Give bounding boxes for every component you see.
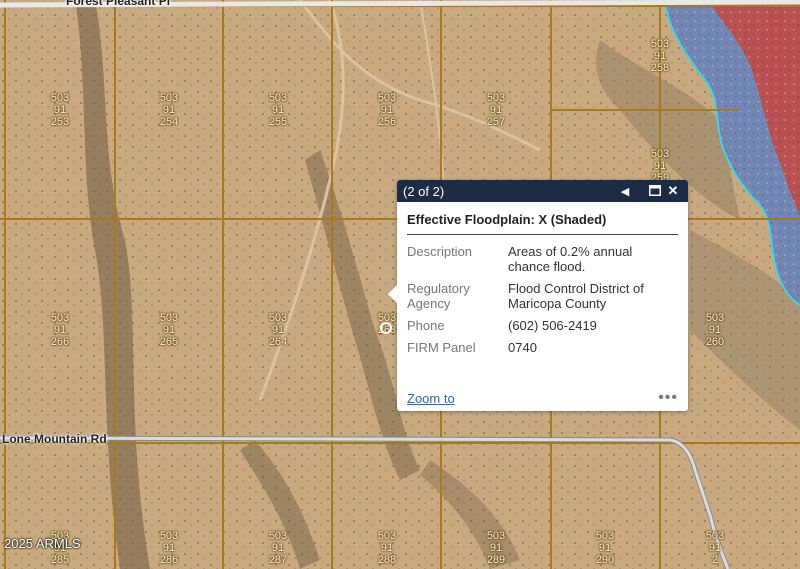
parcel-number: 254 <box>159 116 179 128</box>
parcel-book: 503 <box>705 530 725 542</box>
parcel-book: 503 <box>377 530 397 542</box>
attribute-table: Description Areas of 0.2% annual chance … <box>407 243 673 361</box>
parcel-label: 503 91 264 <box>258 312 298 348</box>
popup-counter: (2 of 2) <box>403 183 445 199</box>
parcel-book: 503 <box>159 92 179 104</box>
parcel-map: 91 <box>708 542 722 554</box>
parcel-number: 285 <box>50 554 70 566</box>
road-label-lone-mountain: Lone Mountain Rd <box>2 432 107 446</box>
parcel-book: 503 <box>268 530 288 542</box>
parcel-map: 91 <box>653 160 667 172</box>
parcel-map: 91 <box>162 542 176 554</box>
parcel-label: 503 91 287 <box>258 530 298 566</box>
more-options-icon[interactable]: ••• <box>658 389 678 407</box>
parcel-book: 503 <box>159 312 179 324</box>
parcel-number: 266 <box>50 336 70 348</box>
parcel-number: 258 <box>650 62 670 74</box>
parcel-book: 503 <box>268 312 288 324</box>
parcel-label: 503 91 256 <box>367 92 407 128</box>
parcel-map: 91 <box>380 104 394 116</box>
attribute-label: Phone <box>407 318 445 333</box>
parcel-label: 503 91 258 <box>640 38 680 74</box>
parcel-book: 503 <box>595 530 615 542</box>
parcel-map: 91 <box>271 104 285 116</box>
parcel-number: 290 <box>595 554 615 566</box>
parcel-book: 503 <box>486 92 506 104</box>
parcel-book: 503 <box>705 312 725 324</box>
parcel-label: 503 91 289 <box>476 530 516 566</box>
close-icon[interactable]: ✕ <box>664 183 682 199</box>
parcel-map: 91 <box>271 324 285 336</box>
parcel-label: 503 91 259 <box>640 148 680 184</box>
attribute-label: Regulatory Agency <box>407 281 470 311</box>
parcel-map: 91 <box>271 542 285 554</box>
parcel-book: 503 <box>650 38 670 50</box>
parcel-label: 503 91 254 <box>149 92 189 128</box>
parcel-label: 503 91 265 <box>149 312 189 348</box>
attribute-row: Regulatory Agency Flood Control District… <box>407 280 673 317</box>
parcel-label: 503 91 260 <box>695 312 735 348</box>
attribute-value: (602) 506-2419 <box>508 318 597 333</box>
parcel-map: 91 <box>653 50 667 62</box>
road-label-top: Forest Pleasant Pl <box>66 0 171 8</box>
location-marker-icon <box>380 322 392 334</box>
attribute-row: Description Areas of 0.2% annual chance … <box>407 243 673 280</box>
parcel-label: 503 91 290 <box>585 530 625 566</box>
parcel-book: 503 <box>268 92 288 104</box>
feature-popup: (2 of 2) ◀ ✕ Effective Floodplain: X (Sh… <box>388 180 688 411</box>
parcel-number: 286 <box>159 554 179 566</box>
parcel-book: 503 <box>650 148 670 160</box>
parcel-label: 503 91 266 <box>40 312 80 348</box>
parcel-number: 255 <box>268 116 288 128</box>
parcel-map: 91 <box>489 542 503 554</box>
attribute-value: 0740 <box>508 340 537 355</box>
popup-footer: Zoom to ••• <box>407 389 678 407</box>
parcel-map: 91 <box>708 324 722 336</box>
parcel-book: 503 <box>486 530 506 542</box>
parcel-number: 289 <box>486 554 506 566</box>
parcel-label: 503 91 2 <box>695 530 735 566</box>
parcel-number: 265 <box>159 336 179 348</box>
parcel-label: 503 91 255 <box>258 92 298 128</box>
parcel-label: 503 91 286 <box>149 530 189 566</box>
parcel-map: 91 <box>162 324 176 336</box>
parcel-label: 503 91 288 <box>367 530 407 566</box>
attribute-value: Flood Control District of Maricopa Count… <box>508 281 644 311</box>
parcel-map: 91 <box>380 542 394 554</box>
parcel-label: 503 91 253 <box>40 92 80 128</box>
parcel-number: 257 <box>486 116 506 128</box>
parcel-number: 2 <box>711 554 719 566</box>
maximize-icon[interactable] <box>646 184 664 199</box>
popup-title: Effective Floodplain: X (Shaded) <box>407 212 678 235</box>
attribute-label: Description <box>407 244 473 259</box>
parcel-label: 503 91 257 <box>476 92 516 128</box>
parcel-map: 91 <box>53 104 67 116</box>
popup-pointer <box>388 285 397 303</box>
parcel-number: 253 <box>50 116 70 128</box>
attribute-row: FIRM Panel 0740 <box>407 339 673 361</box>
parcel-number: 256 <box>377 116 397 128</box>
parcel-book: 503 <box>50 312 70 324</box>
zoom-to-link[interactable]: Zoom to <box>407 391 455 406</box>
parcel-number: 264 <box>268 336 288 348</box>
parcel-book: 503 <box>50 92 70 104</box>
attribute-value: Areas of 0.2% annual chance flood. <box>508 244 633 274</box>
parcel-book: 503 <box>377 92 397 104</box>
copyright-text: 2025 ARMLS <box>4 536 81 551</box>
parcel-number: 287 <box>268 554 288 566</box>
previous-feature-icon[interactable]: ◀ <box>616 185 634 198</box>
parcel-book: 503 <box>159 530 179 542</box>
parcel-number: 288 <box>377 554 397 566</box>
attribute-row: Phone (602) 506-2419 <box>407 317 673 339</box>
parcel-number: 260 <box>705 336 725 348</box>
attribute-label: FIRM Panel <box>407 340 476 355</box>
parcel-map: 91 <box>162 104 176 116</box>
parcel-map: 91 <box>489 104 503 116</box>
popup-header: (2 of 2) ◀ ✕ <box>397 180 688 202</box>
parcel-map: 91 <box>598 542 612 554</box>
parcel-map: 91 <box>53 324 67 336</box>
